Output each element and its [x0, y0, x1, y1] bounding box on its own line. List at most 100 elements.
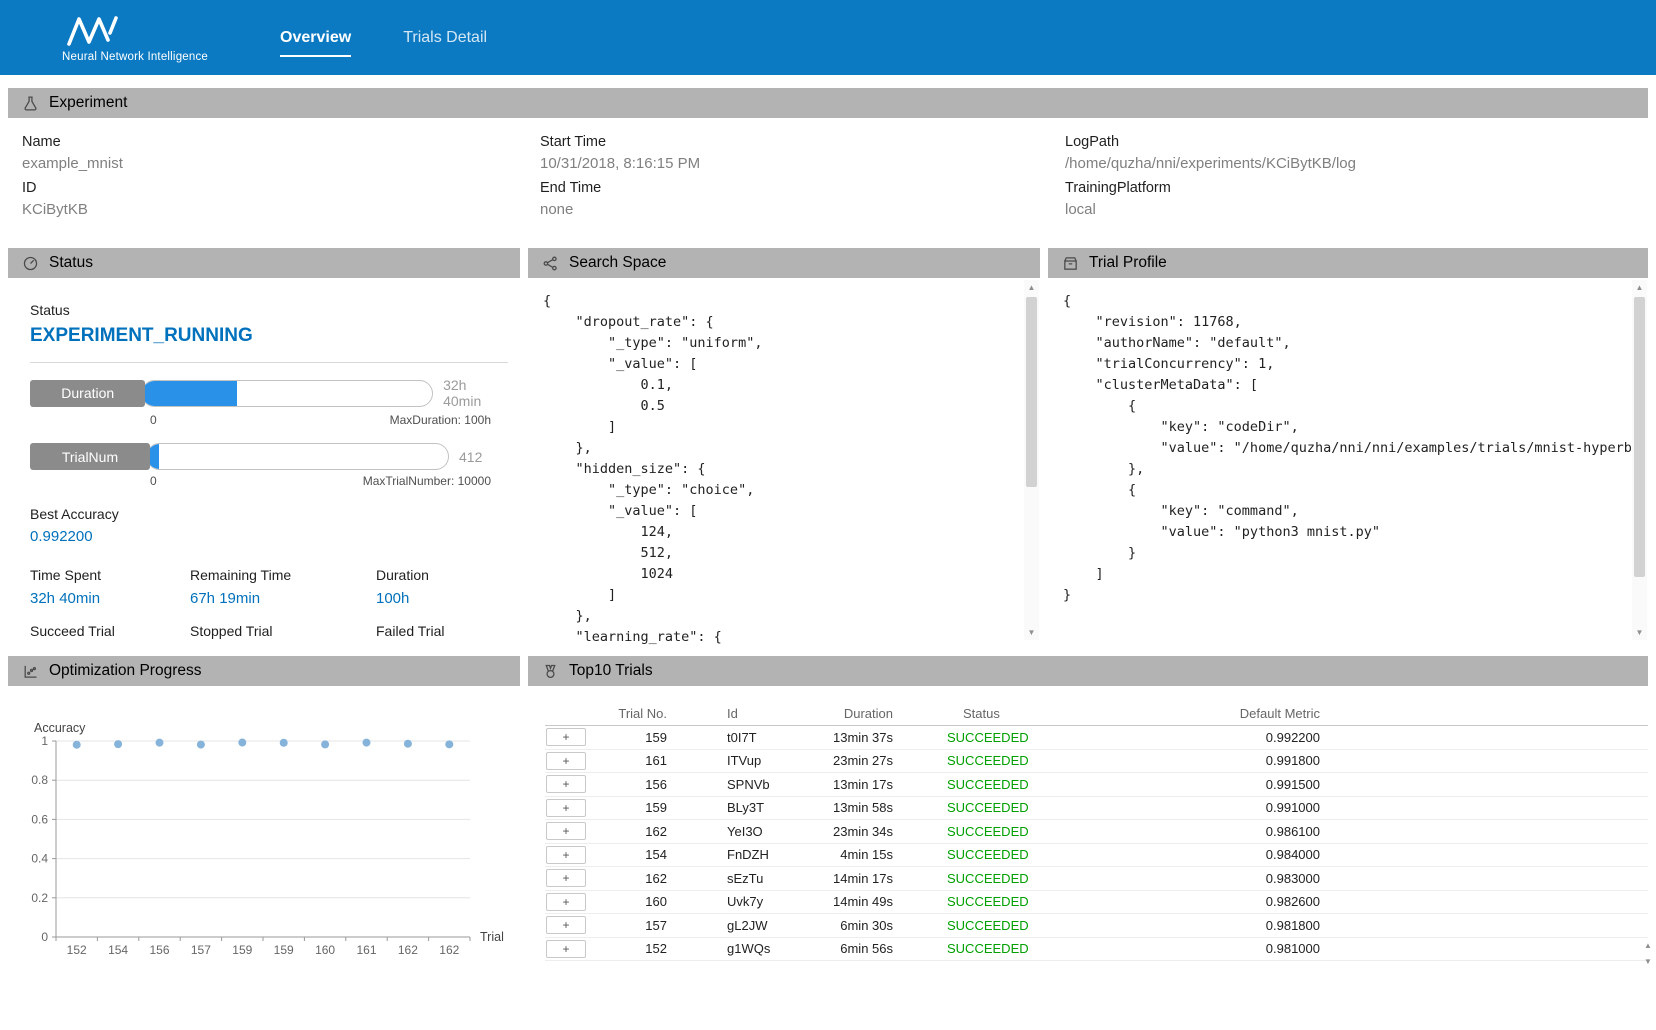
cell-duration: 13min 37s	[787, 730, 893, 745]
expand-row-button[interactable]: +	[546, 846, 586, 864]
cell-status: SUCCEEDED	[893, 847, 1223, 862]
field-value: local	[1065, 201, 1648, 218]
trialnum-bar-label: TrialNum	[30, 443, 150, 470]
status-body: Status EXPERIMENT_RUNNING Duration 32h 4…	[8, 278, 520, 645]
field-label: ID	[22, 180, 540, 196]
search-space-scrollbar[interactable]: ▲ ▼	[1024, 280, 1039, 640]
search-space-title: Search Space	[569, 254, 666, 272]
table-row: +157gL2JW6min 30sSUCCEEDED0.981800	[545, 914, 1648, 938]
svg-text:1: 1	[41, 734, 48, 748]
field-value: example_mnist	[22, 155, 540, 172]
cell-status: SUCCEEDED	[893, 777, 1223, 792]
cell-expand: +	[545, 799, 593, 817]
cell-status: SUCCEEDED	[893, 753, 1223, 768]
cell-trial-no: 162	[593, 871, 667, 886]
expand-row-button[interactable]: +	[546, 916, 586, 934]
experiment-section-title: Experiment	[49, 94, 127, 112]
scroll-down-icon[interactable]: ▼	[1641, 954, 1655, 970]
duration-bar-range: 0 MaxDuration: 100h	[150, 413, 491, 427]
middle-row: Status Status EXPERIMENT_RUNNING Duratio…	[8, 248, 1648, 645]
cell-duration: 13min 58s	[787, 800, 893, 815]
expand-row-button[interactable]: +	[546, 775, 586, 793]
field-value: /home/quzha/nni/experiments/KCiBytKB/log	[1065, 155, 1648, 172]
cell-expand: +	[545, 893, 593, 911]
expand-row-button[interactable]: +	[546, 728, 586, 746]
svg-text:152: 152	[67, 943, 87, 957]
cell-status: SUCCEEDED	[893, 824, 1223, 839]
svg-text:Accuracy: Accuracy	[34, 721, 86, 735]
top10-trials-panel: Top10 Trials Trial No. Id Duration Statu…	[528, 656, 1648, 961]
duration-bar-value: 32h 40min	[443, 377, 506, 409]
search-space-header: Search Space	[528, 248, 1040, 278]
cell-expand: +	[545, 940, 593, 958]
trialnum-min: 0	[150, 474, 157, 488]
stat-value: 32h 40min	[30, 590, 190, 607]
cell-id: gL2JW	[667, 918, 787, 933]
svg-text:161: 161	[356, 943, 376, 957]
data-point	[114, 740, 122, 748]
stat-succeed-trial: Succeed Trial 403	[30, 623, 190, 645]
page-scrollbar[interactable]: ▲ ▼	[1641, 938, 1655, 980]
divider	[30, 362, 508, 363]
duration-bar-label: Duration	[30, 380, 145, 407]
experiment-section-header: Experiment	[8, 88, 1648, 118]
scroll-down-icon[interactable]: ▼	[1632, 625, 1647, 640]
data-point	[197, 741, 205, 749]
nav-tabs: Overview Trials Detail	[280, 29, 487, 57]
cell-expand: +	[545, 846, 593, 864]
scrollbar-thumb[interactable]	[1634, 297, 1645, 577]
scroll-up-icon[interactable]: ▲	[1632, 280, 1647, 295]
top10-trials-title: Top10 Trials	[569, 662, 653, 680]
scrollbar-thumb[interactable]	[1026, 297, 1037, 487]
svg-text:159: 159	[274, 943, 294, 957]
search-space-panel: Search Space { "dropout_rate": { "_type"…	[528, 248, 1040, 645]
expand-row-button[interactable]: +	[546, 893, 586, 911]
table-row: +159t0I7T13min 37sSUCCEEDED0.992200	[545, 726, 1648, 750]
duration-bar-track	[141, 380, 433, 407]
trial-profile-title: Trial Profile	[1089, 254, 1167, 272]
expand-row-button[interactable]: +	[546, 940, 586, 958]
cell-expand: +	[545, 752, 593, 770]
cell-duration: 23min 27s	[787, 753, 893, 768]
expand-row-button[interactable]: +	[546, 752, 586, 770]
cell-expand: +	[545, 869, 593, 887]
trialnum-max: MaxTrialNumber: 10000	[363, 474, 491, 488]
cell-id: Uvk7y	[667, 894, 787, 909]
svg-text:0.2: 0.2	[31, 891, 48, 905]
cell-duration: 14min 49s	[787, 894, 893, 909]
bottom-row: Optimization Progress Accuracy00.20.40.6…	[8, 656, 1648, 981]
cell-default-metric: 0.986100	[1223, 824, 1320, 839]
cell-id: t0I7T	[667, 730, 787, 745]
scroll-down-icon[interactable]: ▼	[1024, 625, 1039, 640]
stat-duration: Duration 100h	[376, 567, 506, 607]
field-id: ID KCiBytKB	[22, 180, 540, 218]
trial-profile-scrollbar[interactable]: ▲ ▼	[1632, 280, 1647, 640]
trialnum-progress: TrialNum 412	[30, 443, 506, 470]
scroll-up-icon[interactable]: ▲	[1641, 938, 1655, 954]
expand-row-button[interactable]: +	[546, 822, 586, 840]
stat-value: 100h	[376, 590, 506, 607]
field-label: Start Time	[540, 134, 1065, 150]
scroll-up-icon[interactable]: ▲	[1024, 280, 1039, 295]
expand-row-button[interactable]: +	[546, 799, 586, 817]
svg-text:0.4: 0.4	[31, 852, 48, 866]
table-row: +154FnDZH4min 15sSUCCEEDED0.984000	[545, 844, 1648, 868]
data-point	[280, 739, 288, 747]
data-point	[156, 739, 164, 747]
nni-logo: Neural Network Intelligence	[62, 13, 208, 63]
table-row: +152g1WQs6min 56sSUCCEEDED0.981000	[545, 938, 1648, 962]
duration-progress: Duration 32h 40min	[30, 377, 506, 409]
archive-box-icon	[1062, 255, 1079, 272]
status-label: Status	[30, 302, 506, 318]
scatter-chart-icon	[22, 663, 39, 680]
table-row: +162sEzTu14min 17sSUCCEEDED0.983000	[545, 867, 1648, 891]
field-start-time: Start Time 10/31/2018, 8:16:15 PM	[540, 134, 1065, 172]
field-value: 10/31/2018, 8:16:15 PM	[540, 155, 1065, 172]
tab-trials-detail[interactable]: Trials Detail	[403, 29, 487, 57]
svg-text:157: 157	[191, 943, 211, 957]
status-panel-title: Status	[49, 254, 93, 272]
cell-duration: 4min 15s	[787, 847, 893, 862]
data-point	[73, 741, 81, 749]
tab-overview[interactable]: Overview	[280, 29, 351, 57]
expand-row-button[interactable]: +	[546, 869, 586, 887]
